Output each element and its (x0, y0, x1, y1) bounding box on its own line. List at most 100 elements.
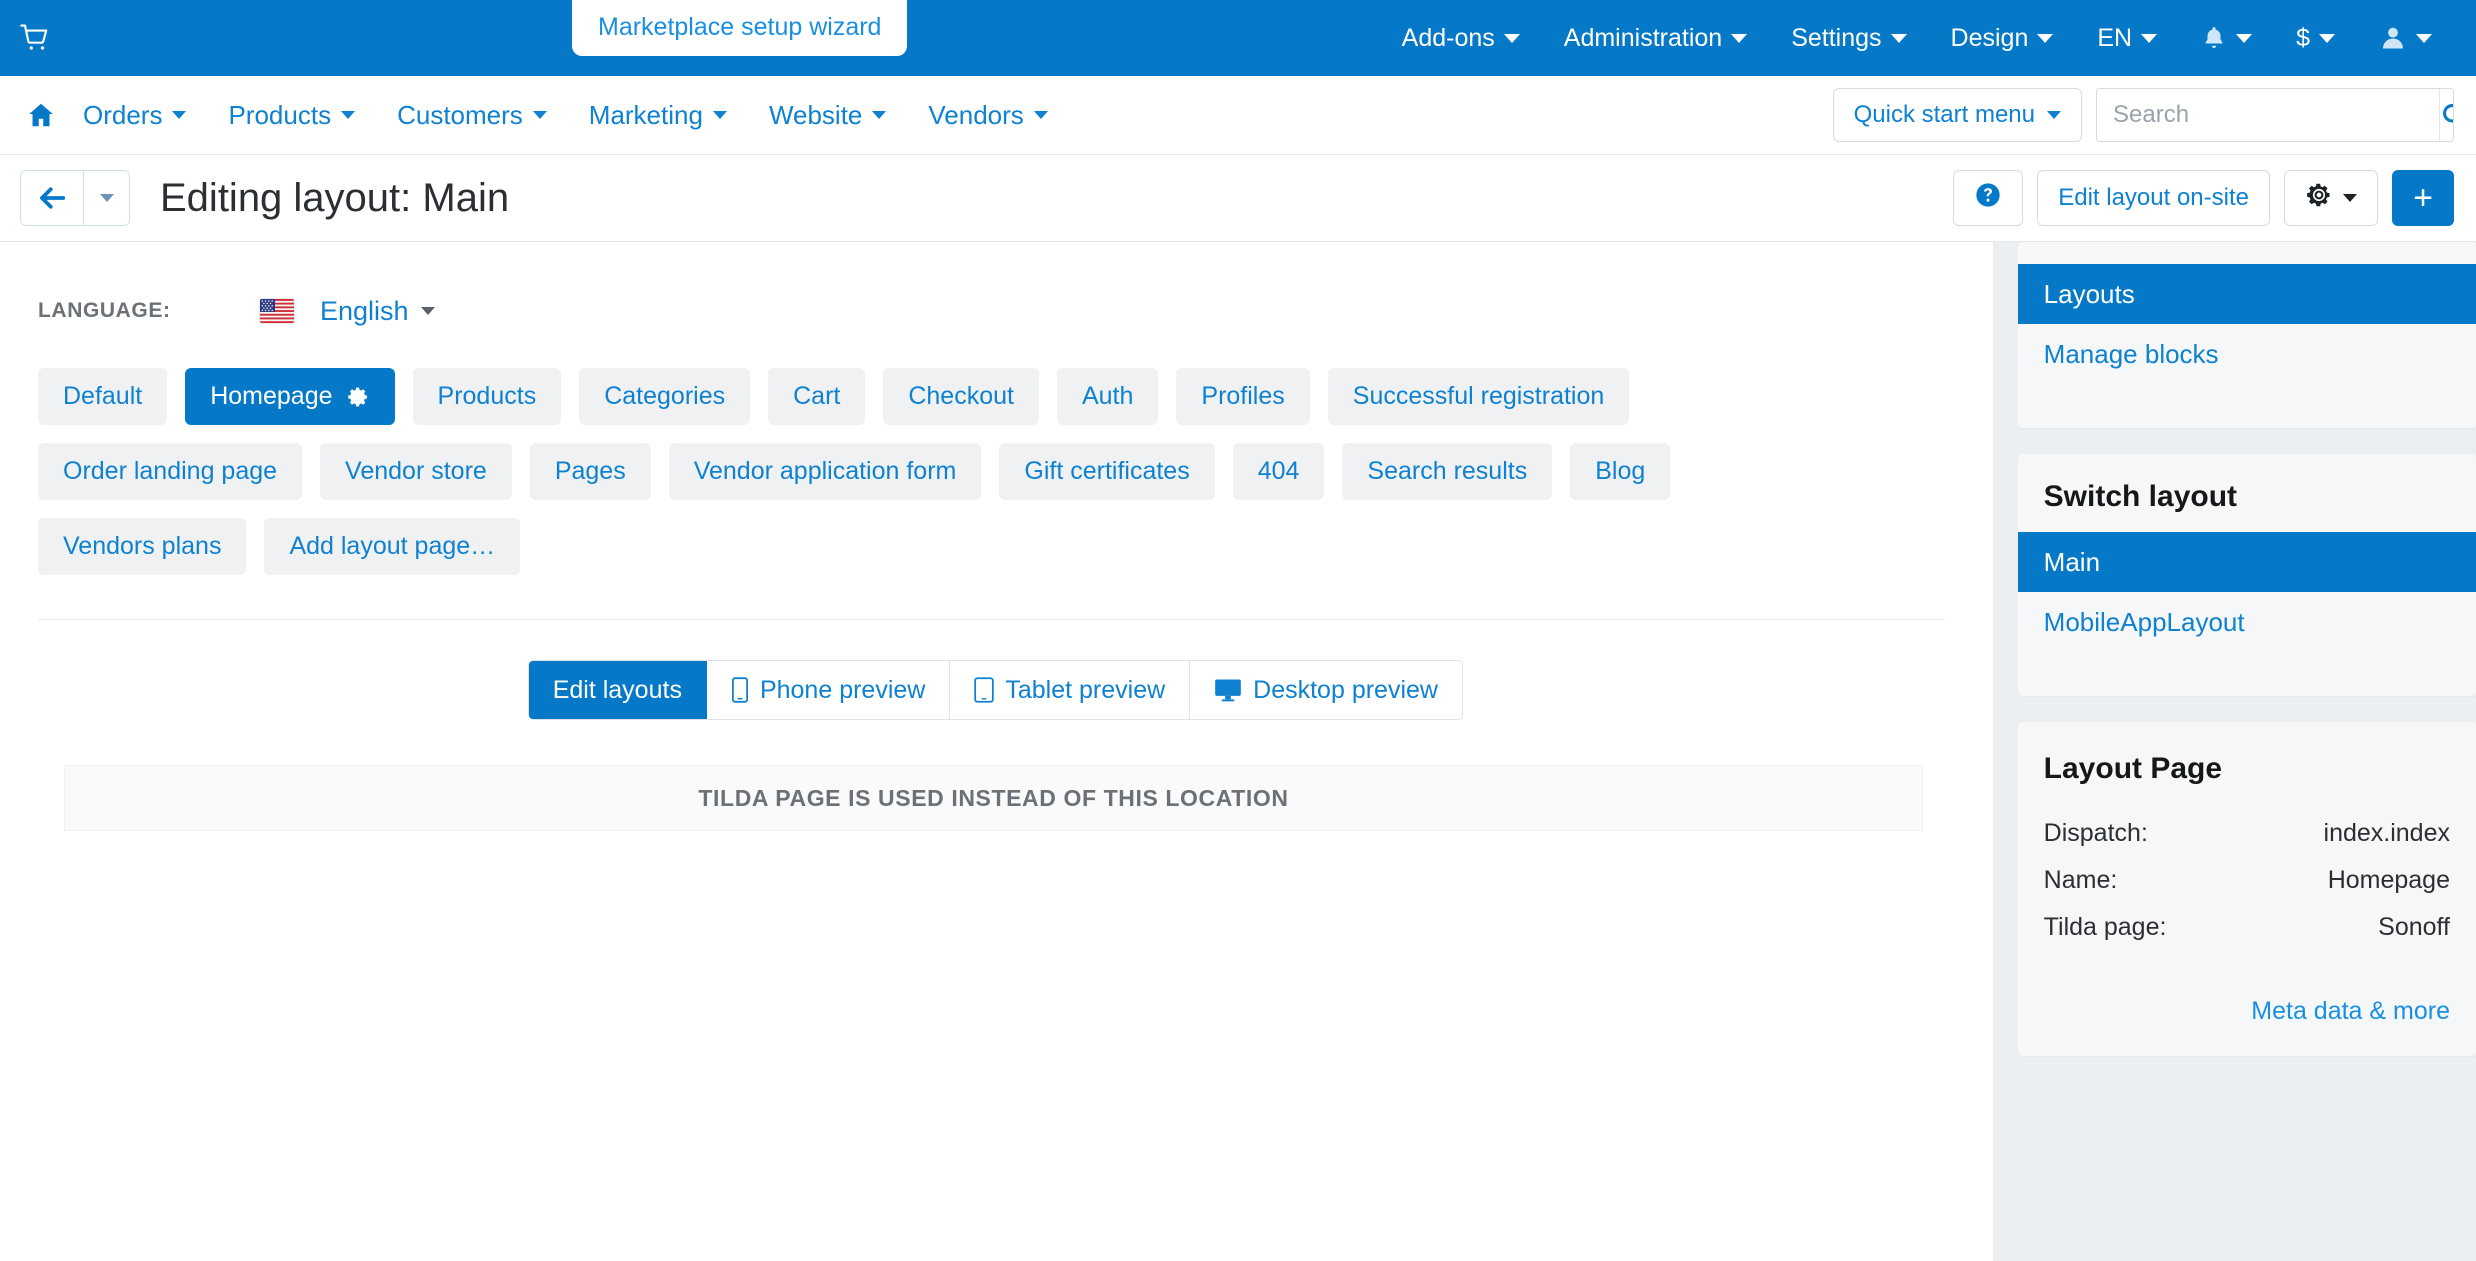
tab-edit-layouts-label: Edit layouts (552, 675, 682, 704)
chevron-down-icon (172, 111, 187, 119)
tab-desktop-preview[interactable]: Desktop preview (1190, 661, 1462, 719)
layout-tab-successful-registration[interactable]: Successful registration (1327, 368, 1630, 425)
topbar-menu-design[interactable]: Design (1929, 23, 2076, 53)
layout-tab-homepage[interactable]: Homepage (185, 368, 395, 425)
nav-right-group: Quick start menu (1832, 88, 2454, 142)
nav-item-products[interactable]: Products (207, 100, 376, 130)
layout-tab-label: Categories (604, 382, 726, 410)
layout-page-tabs: Default Homepage Products Categories Car… (38, 368, 1738, 575)
settings-dropdown-button[interactable] (2284, 170, 2378, 226)
detail-label-dispatch: Dispatch: (2043, 819, 2148, 847)
layout-tab-vendors-plans[interactable]: Vendors plans (38, 518, 247, 575)
sidebar-item-layouts[interactable]: Layouts (2017, 264, 2476, 324)
gear-icon[interactable] (346, 385, 370, 409)
tab-tablet-preview-label: Tablet preview (1005, 675, 1166, 704)
layout-tab-products[interactable]: Products (412, 368, 562, 425)
layout-tab-label: 404 (1257, 457, 1300, 485)
layout-page-footer: Meta data & more (2018, 951, 2476, 1056)
tab-desktop-preview-label: Desktop preview (1253, 675, 1438, 704)
nav-item-website-label: Website (768, 100, 863, 130)
chevron-down-icon (2416, 33, 2432, 43)
layout-tab-label: Pages (554, 457, 626, 485)
detail-label-name: Name: (2043, 866, 2118, 894)
chevron-down-icon (532, 111, 547, 119)
nav-item-marketing-label: Marketing (588, 100, 703, 130)
nav-item-vendors[interactable]: Vendors (907, 100, 1068, 130)
layout-tab-blog[interactable]: Blog (1570, 443, 1671, 500)
switch-layout-heading: Switch layout (2043, 480, 2238, 513)
layout-tab-gift-certificates[interactable]: Gift certificates (999, 443, 1215, 500)
layout-tab-profiles[interactable]: Profiles (1176, 368, 1310, 425)
layout-tab-categories[interactable]: Categories (579, 368, 751, 425)
search-input[interactable] (2097, 89, 2439, 141)
top-bar: Marketplace setup wizard Add-ons Adminis… (0, 0, 2476, 76)
tilda-page-notice: TILDA PAGE IS USED INSTEAD OF THIS LOCAT… (64, 765, 1923, 831)
topbar-language-switcher[interactable]: EN (2075, 23, 2179, 53)
gear-icon (2305, 181, 2333, 216)
back-dropdown-button[interactable] (83, 171, 129, 225)
cart-icon[interactable] (18, 21, 52, 55)
topbar-menu-administration[interactable]: Administration (1542, 23, 1769, 53)
section-divider (38, 619, 1945, 620)
layout-tab-checkout[interactable]: Checkout (883, 368, 1039, 425)
meta-data-and-more-link[interactable]: Meta data & more (2251, 997, 2450, 1025)
sidebar-layout-main[interactable]: Main (2017, 532, 2476, 592)
layout-tab-404[interactable]: 404 (1232, 443, 1325, 500)
layout-tab-default[interactable]: Default (38, 368, 168, 425)
layout-tab-label: Vendor store (345, 457, 487, 485)
page-title-bar: Editing layout: Main Edit layout on-site (0, 155, 2476, 242)
layout-tab-label: Gift certificates (1024, 457, 1190, 485)
layout-tab-cart[interactable]: Cart (768, 368, 866, 425)
detail-value-name: Homepage (2327, 866, 2450, 894)
panel-spacer (2018, 384, 2476, 428)
nav-item-orders[interactable]: Orders (62, 100, 207, 130)
back-button[interactable] (21, 171, 83, 225)
chevron-down-icon (872, 111, 887, 119)
chevron-down-icon (2037, 33, 2054, 43)
nav-item-customers[interactable]: Customers (376, 100, 568, 130)
marketplace-setup-wizard-tab[interactable]: Marketplace setup wizard (572, 0, 908, 56)
notifications-button[interactable] (2179, 24, 2274, 52)
main-content-panel: LANGUAGE: English Default Homepage Produ… (0, 242, 1993, 1261)
nav-item-marketing[interactable]: Marketing (568, 100, 748, 130)
user-icon (2379, 24, 2407, 52)
layout-tab-label: Successful registration (1352, 382, 1605, 410)
sidebar-item-manage-blocks[interactable]: Manage blocks (2018, 324, 2476, 384)
topbar-menu-settings[interactable]: Settings (1769, 23, 1928, 53)
page-title: Editing layout: Main (160, 176, 510, 220)
phone-icon (731, 677, 749, 703)
layout-tab-order-landing-page[interactable]: Order landing page (38, 443, 303, 500)
topbar-menu-add-ons[interactable]: Add-ons (1380, 23, 1542, 53)
layout-tab-vendor-store[interactable]: Vendor store (320, 443, 512, 500)
chevron-down-icon (2141, 33, 2158, 43)
sidebar-layout-mobileapplayout[interactable]: MobileAppLayout (2018, 592, 2476, 652)
currency-switcher[interactable]: $ (2274, 23, 2357, 53)
chevron-down-icon (2343, 194, 2357, 202)
layout-tab-auth[interactable]: Auth (1056, 368, 1159, 425)
nav-item-website[interactable]: Website (748, 100, 907, 130)
topbar-menu-add-ons-label: Add-ons (1401, 24, 1495, 52)
search-button[interactable] (2439, 89, 2453, 141)
currency-label: $ (2296, 24, 2310, 52)
user-account-menu[interactable] (2357, 24, 2454, 52)
add-layout-page-button[interactable]: Add layout page… (264, 518, 521, 575)
quick-start-menu-button[interactable]: Quick start menu (1832, 88, 2082, 142)
tab-phone-preview[interactable]: Phone preview (706, 661, 951, 719)
tab-tablet-preview[interactable]: Tablet preview (950, 661, 1191, 719)
home-icon[interactable] (20, 94, 62, 136)
layout-tab-pages[interactable]: Pages (529, 443, 651, 500)
switch-layout-panel: Switch layout Main MobileAppLayout (2017, 454, 2476, 696)
back-button-group (20, 170, 130, 226)
chevron-down-icon (2319, 33, 2335, 43)
chevron-down-icon (1890, 33, 1907, 43)
help-button[interactable] (1953, 170, 2024, 226)
edit-layout-on-site-button[interactable]: Edit layout on-site (2037, 170, 2270, 226)
layout-tab-search-results[interactable]: Search results (1342, 443, 1553, 500)
layout-tab-label: Blog (1595, 457, 1646, 485)
layout-tab-label: Order landing page (63, 457, 278, 485)
layout-tab-label: Products (437, 382, 537, 410)
add-button[interactable]: + (2392, 170, 2454, 226)
tab-edit-layouts[interactable]: Edit layouts (528, 661, 707, 719)
layout-tab-vendor-application-form[interactable]: Vendor application form (668, 443, 982, 500)
language-selector[interactable]: English (260, 296, 435, 327)
